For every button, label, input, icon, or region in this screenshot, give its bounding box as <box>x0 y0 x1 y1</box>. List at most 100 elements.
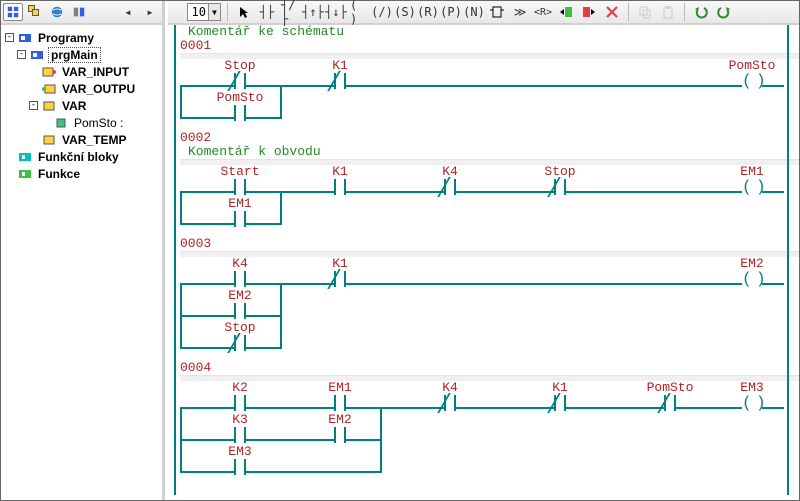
var-temp-icon <box>41 133 57 147</box>
wire <box>180 283 182 349</box>
tab-globe[interactable] <box>47 3 67 21</box>
network: StopK1PomSto()PomSto <box>180 59 799 131</box>
nav-left-arrow[interactable]: ◂ <box>118 3 138 21</box>
tree-prgmain[interactable]: prgMain <box>48 47 101 63</box>
wire <box>180 223 234 225</box>
tree-programs[interactable]: Programy <box>36 31 96 45</box>
insert-before-tool[interactable] <box>556 3 576 21</box>
element-label: EM1 <box>300 381 380 395</box>
nav-right-arrow[interactable]: ▸ <box>140 3 160 21</box>
tree-toggle[interactable]: - <box>5 33 14 42</box>
element-label: K4 <box>200 257 280 271</box>
pointer-tool[interactable] <box>234 3 254 21</box>
navigator-tabs: ◂ ▸ <box>1 1 162 25</box>
coil[interactable]: EM2() <box>712 257 792 289</box>
rung-number: 0002 <box>172 131 799 145</box>
wire <box>180 283 234 285</box>
contact-no-tool[interactable]: ┤├ <box>257 3 277 21</box>
delete-tool[interactable] <box>602 3 622 21</box>
wire <box>180 471 234 473</box>
var-input-icon <box>41 65 57 79</box>
wire <box>456 191 554 193</box>
tree-var-output[interactable]: VAR_OUTPU <box>60 82 137 96</box>
project-tree[interactable]: - Programy - prgMain VAR_INPUT VAR_OUTPU… <box>1 25 162 182</box>
coil[interactable]: PomSto() <box>712 59 792 91</box>
wire <box>346 439 380 441</box>
network: K2EM1K4K1PomStoEM3()K3EM2EM3 <box>180 381 799 485</box>
paste-tool <box>658 3 678 21</box>
element-label: EM3 <box>712 381 792 395</box>
wire <box>246 223 280 225</box>
tab-files[interactable] <box>25 3 45 21</box>
tab-project[interactable] <box>3 3 23 21</box>
tree-functions[interactable]: Funkce <box>36 167 82 181</box>
tree-var-temp[interactable]: VAR_TEMP <box>60 133 128 147</box>
wire <box>246 283 334 285</box>
contact-n-tool[interactable]: ┤↓├ <box>326 3 346 21</box>
coil-n-tool[interactable]: (N) <box>464 3 484 21</box>
wire <box>346 407 444 409</box>
coil-reset-tool[interactable]: (R) <box>418 3 438 21</box>
coil[interactable]: EM1() <box>712 165 792 197</box>
contact-nc-tool[interactable]: ┤/├ <box>280 3 300 21</box>
coil-p-tool[interactable]: (P) <box>441 3 461 21</box>
jump-tool[interactable]: ≫ <box>510 3 530 21</box>
network: K4K1EM2()EM2Stop <box>180 257 799 361</box>
redo-tool[interactable] <box>714 3 734 21</box>
wire <box>280 283 282 349</box>
contact-p-tool[interactable]: ┤↑├ <box>303 3 323 21</box>
wire <box>180 407 234 409</box>
ladder-toolbar: 10 ▾ ┤├ ┤/├ ┤↑├ ┤↓├ ( ) (/) (S) (R) (P) … <box>168 1 799 25</box>
element-label: K2 <box>200 381 280 395</box>
wire <box>246 85 334 87</box>
block-tool[interactable] <box>487 3 507 21</box>
wire <box>456 407 554 409</box>
ladder-editor[interactable]: Komentář ke schématu0001StopK1PomSto()Po… <box>168 25 799 500</box>
undo-tool[interactable] <box>691 3 711 21</box>
wire <box>346 191 444 193</box>
wire <box>246 439 334 441</box>
coil-neg-tool[interactable]: (/) <box>372 3 392 21</box>
element-label: PomSto <box>712 59 792 73</box>
rung-number: 0003 <box>172 237 799 251</box>
return-tool[interactable]: <R> <box>533 3 553 21</box>
function-blocks-icon <box>17 150 33 164</box>
coil-tool[interactable]: ( ) <box>349 3 369 21</box>
insert-after-tool[interactable] <box>579 3 599 21</box>
tree-pomsto[interactable]: PomSto : <box>72 116 125 130</box>
tree-function-blocks[interactable]: Funkční bloky <box>36 150 121 164</box>
copy-tool <box>635 3 655 21</box>
tree-toggle[interactable]: - <box>29 101 38 110</box>
wire <box>246 471 380 473</box>
element-label: EM2 <box>300 413 380 427</box>
element-label: EM1 <box>200 197 280 211</box>
variable-icon <box>53 116 69 130</box>
rung-number: 0004 <box>172 361 799 375</box>
wire <box>246 315 280 317</box>
rung-number: 0001 <box>172 39 799 53</box>
element-label: EM2 <box>712 257 792 271</box>
dropdown-icon[interactable]: ▾ <box>208 4 220 20</box>
navigator-panel: ◂ ▸ - Programy - prgMain VAR_INPUT VAR_O… <box>1 1 165 500</box>
tab-settings[interactable] <box>69 3 89 21</box>
wire <box>180 347 234 349</box>
tree-toggle[interactable]: - <box>17 50 26 59</box>
wire <box>180 117 234 119</box>
tree-var-input[interactable]: VAR_INPUT <box>60 65 131 79</box>
coil-set-tool[interactable]: (S) <box>395 3 415 21</box>
wire <box>246 117 280 119</box>
wire <box>246 347 280 349</box>
tree-var[interactable]: VAR <box>60 99 88 113</box>
wire <box>180 85 182 119</box>
element-label: K1 <box>300 165 380 179</box>
wire <box>180 439 234 441</box>
left-power-rail <box>174 25 176 495</box>
wire <box>280 191 282 225</box>
element-label: K3 <box>200 413 280 427</box>
var-output-icon <box>41 82 57 96</box>
wire <box>380 407 382 473</box>
editor-panel: 10 ▾ ┤├ ┤/├ ┤↑├ ┤↓├ ( ) (/) (S) (R) (P) … <box>168 1 799 500</box>
coil[interactable]: EM3() <box>712 381 792 413</box>
functions-icon <box>17 167 33 181</box>
grid-width-field[interactable]: 10 ▾ <box>187 3 221 21</box>
